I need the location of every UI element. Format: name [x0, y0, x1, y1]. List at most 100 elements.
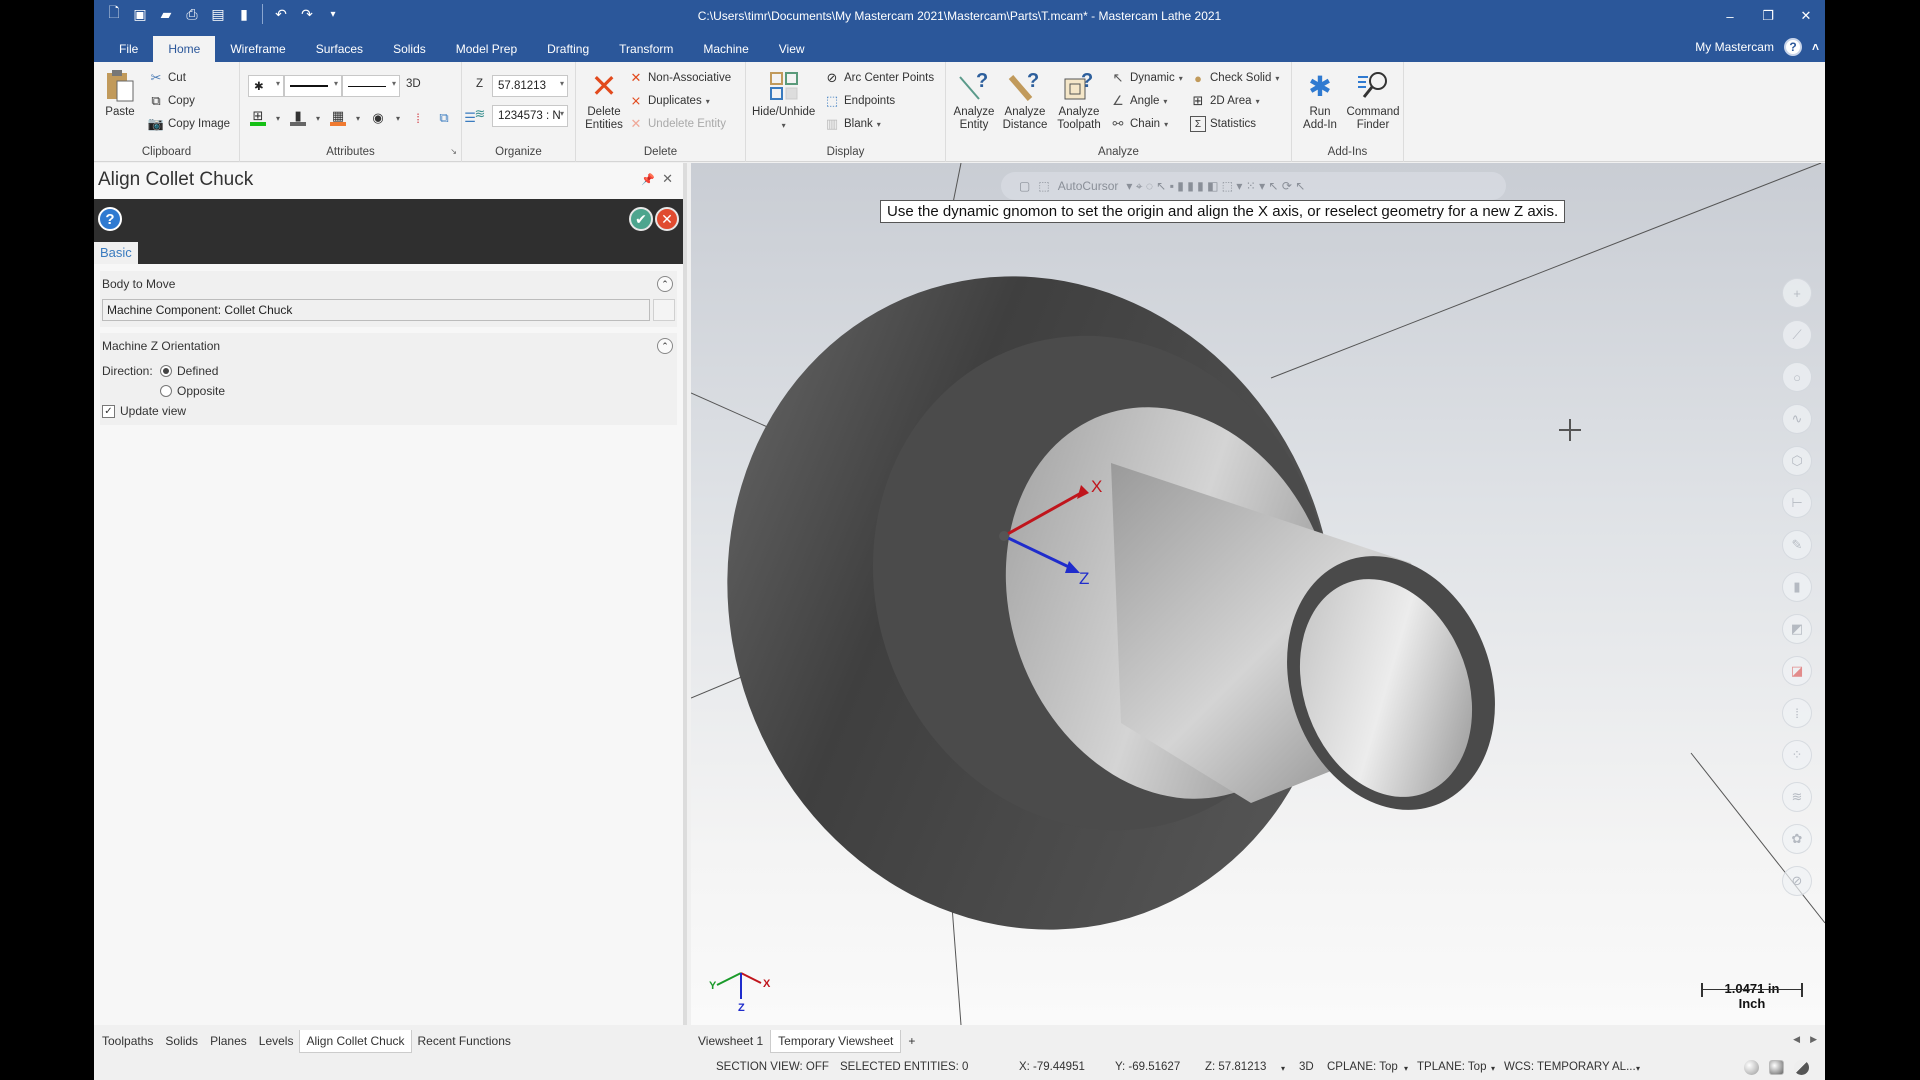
wcs-dropdown-icon[interactable]: ▾ [1636, 1064, 1640, 1073]
section-view-status[interactable]: SECTION VIEW: OFF [716, 1061, 829, 1073]
tab-machine[interactable]: Machine [688, 36, 763, 62]
direction-defined-option[interactable]: Defined [160, 364, 218, 378]
z-dropdown-icon[interactable]: ▾ [1281, 1064, 1285, 1073]
line-width-dropdown[interactable]: ▾ [342, 75, 400, 97]
pin-icon[interactable]: 📌 [641, 173, 655, 186]
tab-model-prep[interactable]: Model Prep [441, 36, 532, 62]
no-entry-icon[interactable]: ⊘ [1782, 866, 1812, 896]
angle-button[interactable]: ∠ Angle ▾ [1110, 93, 1167, 109]
endpoints-button[interactable]: ⬚ Endpoints [824, 93, 895, 109]
tab-temporary-viewsheet[interactable]: Temporary Viewsheet [770, 1029, 902, 1053]
undelete-entity-button[interactable]: ✕ Undelete Entity [628, 116, 726, 132]
tab-align-collet-chuck[interactable]: Align Collet Chuck [299, 1029, 412, 1053]
tab-basic[interactable]: Basic [94, 242, 138, 264]
delete-entities-button[interactable]: ✕ Delete Entities [582, 68, 626, 132]
layers-icon[interactable]: ≋ [1782, 782, 1812, 812]
2d-area-button[interactable]: ⊞ 2D Area ▾ [1190, 93, 1260, 109]
wireframe-color-icon[interactable]: ⊞ [250, 108, 266, 126]
tab-drafting[interactable]: Drafting [532, 36, 604, 62]
3d-mode-toggle[interactable]: 3D [406, 78, 421, 90]
scroll-right-icon[interactable]: ▶ [1810, 1034, 1817, 1045]
tab-surfaces[interactable]: Surfaces [301, 36, 378, 62]
analyze-entity-button[interactable]: ? Analyze Entity [952, 68, 996, 132]
grid-icon[interactable]: ⁘ [1782, 740, 1812, 770]
dimension-icon[interactable]: ⊢ [1782, 488, 1812, 518]
panel-close-icon[interactable]: ✕ [662, 171, 673, 187]
select-body-button[interactable] [653, 299, 675, 321]
select-icon[interactable]: ▢ [1019, 179, 1030, 193]
point-style-dropdown[interactable]: ✱ ▾ [248, 75, 284, 97]
graphics-viewport[interactable]: X Z Y X Z ▢ ⬚ AutoCursor ▾ ⌖ ◌ ↖ ▪ ▮ ▮ ▮… [691, 163, 1825, 1025]
chain-button[interactable]: ⚯ Chain ▾ [1110, 116, 1169, 132]
blank-button[interactable]: ▥ Blank ▾ [824, 116, 881, 132]
collapse-body-icon[interactable]: ⌃ [657, 276, 673, 292]
hide-unhide-button[interactable]: Hide/Unhide ▾ [752, 68, 815, 132]
tab-recent-functions[interactable]: Recent Functions [412, 1030, 517, 1052]
replace-attributes-icon[interactable]: ⧉ [436, 110, 452, 126]
paste-button[interactable]: Paste [102, 68, 138, 119]
selection-tool-icons[interactable]: ▾ ⌖ ◌ ↖ ▪ ▮ ▮ ▮ ◧ ⬚ ▾ ⁙ ▾ ↖ ⟳ ↖ [1126, 179, 1305, 194]
analyze-distance-button[interactable]: ? Analyze Distance [1000, 68, 1050, 132]
wireframe-display-icon[interactable] [1744, 1060, 1759, 1075]
z-coordinate[interactable]: Z: 57.81213 [1205, 1061, 1266, 1073]
material-icon[interactable]: ◉ [370, 110, 386, 126]
solid-view-icon[interactable]: ⬡ [1782, 446, 1812, 476]
solid-color-icon[interactable]: ▮ [290, 108, 307, 126]
line-style-dropdown[interactable]: ▾ [284, 75, 342, 97]
help-button[interactable]: ? [98, 207, 122, 231]
collapse-orientation-icon[interactable]: ⌃ [657, 338, 673, 354]
arc-center-points-button[interactable]: ⊘ Arc Center Points [824, 70, 935, 86]
non-associative-button[interactable]: ✕ Non-Associative [628, 70, 732, 86]
settings-icon[interactable]: ✿ [1782, 824, 1812, 854]
tab-planes[interactable]: Planes [204, 1030, 253, 1052]
level-icon[interactable]: ◪ [1782, 656, 1812, 686]
tab-levels[interactable]: Levels [253, 1030, 300, 1052]
cplane-dropdown-icon[interactable]: ▾ [1404, 1064, 1408, 1073]
list-icon[interactable]: ⁞ [1782, 698, 1812, 728]
set-all-icon[interactable]: ⁞ [410, 110, 426, 126]
restore-button[interactable]: ❐ [1749, 0, 1787, 32]
cut-button[interactable]: ✂ Cut [148, 70, 186, 86]
dynamic-button[interactable]: ↖ Dynamic ▾ [1110, 70, 1183, 86]
surface-color-icon[interactable]: ▦ [330, 108, 347, 126]
plane-icon[interactable]: ◩ [1782, 614, 1812, 644]
duplicates-button[interactable]: ⨯ Duplicates ▾ [628, 93, 710, 109]
line-icon[interactable]: ⟋ [1782, 320, 1812, 350]
check-solid-button[interactable]: ● Check Solid ▾ [1190, 70, 1279, 86]
command-finder-button[interactable]: Command Finder [1346, 68, 1400, 132]
tplane-status[interactable]: TPLANE: Top [1417, 1061, 1486, 1073]
scroll-left-icon[interactable]: ◀ [1793, 1034, 1800, 1045]
circle-icon[interactable]: ○ [1782, 362, 1812, 392]
ok-button[interactable]: ✔ [629, 207, 653, 231]
statistics-button[interactable]: Σ Statistics [1190, 116, 1256, 132]
direction-opposite-option[interactable]: Opposite [160, 384, 225, 398]
cancel-button[interactable]: ✕ [655, 207, 679, 231]
tab-home[interactable]: Home [153, 36, 216, 62]
minimize-button[interactable]: – [1711, 0, 1749, 32]
wcs-status[interactable]: WCS: TEMPORARY AL... [1504, 1061, 1636, 1073]
tab-solids-manager[interactable]: Solids [159, 1030, 204, 1052]
analyze-toolpath-button[interactable]: ? Analyze Toolpath [1054, 68, 1104, 132]
z-depth-input[interactable]: 57.81213 ▾ [492, 75, 568, 97]
attributes-dialog-launcher-icon[interactable]: ↘ [450, 147, 457, 156]
add-viewsheet-button[interactable]: + [901, 1030, 922, 1052]
autocursor-icon[interactable]: ⬚ [1038, 179, 1049, 193]
update-view-checkbox[interactable]: ✓ [102, 404, 115, 418]
shading-icon[interactable]: ▮ [1782, 572, 1812, 602]
measure-icon[interactable]: ✎ [1782, 530, 1812, 560]
copy-image-button[interactable]: 📷 Copy Image [148, 116, 230, 132]
autocursor-dropdown[interactable]: AutoCursor [1058, 179, 1119, 193]
tab-wireframe[interactable]: Wireframe [215, 36, 300, 62]
tab-viewsheet-1[interactable]: Viewsheet 1 [691, 1030, 770, 1052]
cplane-status[interactable]: CPLANE: Top [1327, 1061, 1398, 1073]
shaded-display-icon[interactable] [1769, 1060, 1784, 1075]
defined-radio[interactable] [160, 365, 172, 377]
spline-icon[interactable]: ∿ [1782, 404, 1812, 434]
collapse-ribbon-icon[interactable]: ˄ [1812, 40, 1819, 54]
copy-button[interactable]: ⧉ Copy [148, 93, 195, 109]
tab-transform[interactable]: Transform [604, 36, 688, 62]
close-button[interactable]: ✕ [1787, 0, 1825, 32]
help-icon[interactable]: ? [1783, 38, 1802, 56]
update-view-option[interactable]: ✓ Update view [102, 404, 186, 418]
translucency-icon[interactable] [1794, 1060, 1809, 1075]
